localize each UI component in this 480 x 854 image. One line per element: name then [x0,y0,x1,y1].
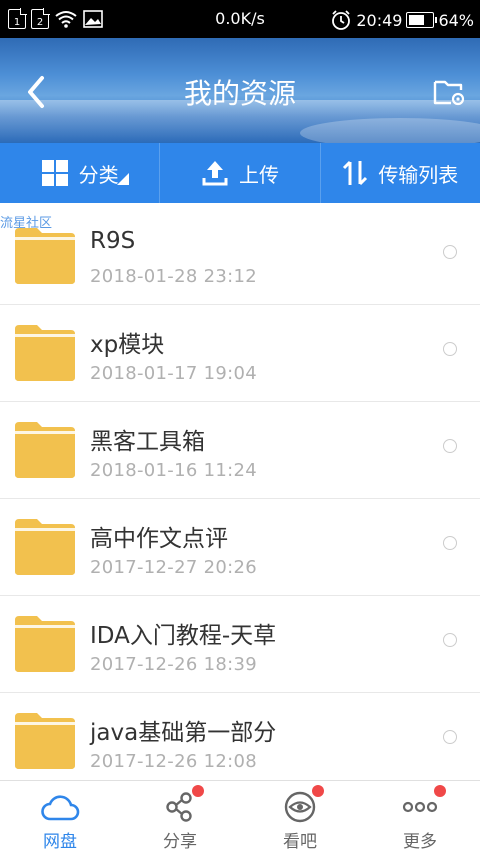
more-dots-icon [402,801,438,813]
more-badge-dot [434,785,446,797]
transfer-list-button[interactable]: 传输列表 [319,143,480,203]
file-date: 2018-01-28 23:12 [90,266,258,287]
file-list: R9S 2018-01-28 23:12 xp模块 2018-01-17 19:04 黑… [0,208,480,780]
file-date: 2018-01-17 19:04 [90,363,258,384]
category-button[interactable]: 分类 [0,143,159,203]
file-name: IDA入门教程-天草 [90,623,277,649]
select-radio[interactable] [443,633,457,647]
nav-more-label: 更多 [403,832,437,852]
folder-icon [15,519,75,575]
clock: 20:49 [356,10,403,30]
folder-icon [15,422,75,478]
transfer-arrows-icon [343,160,368,186]
file-name: R9S [90,228,136,254]
file-date: 2017-12-27 20:26 [90,557,258,578]
share-icon [166,792,192,822]
watch-badge-dot [312,785,324,797]
select-radio[interactable] [443,245,457,259]
select-radio[interactable] [443,536,457,550]
list-item[interactable]: 高中作文点评 2017-12-27 20:26 [0,499,480,596]
alarm-icon [332,10,351,30]
list-item[interactable]: R9S 2018-01-28 23:12 [0,208,480,305]
upload-label: 上传 [238,162,279,187]
file-name: xp模块 [90,332,165,358]
file-date: 2018-01-16 11:24 [90,460,258,481]
dropdown-triangle-icon [117,173,130,185]
list-item[interactable]: java基础第一部分 2017-12-26 12:08 [0,693,480,780]
toolbar: 分类 上传 传输列表 [0,143,480,203]
file-name: 黑客工具箱 [90,429,205,455]
folder-settings-icon [433,80,465,106]
list-item[interactable]: 黑客工具箱 2018-01-16 11:24 [0,402,480,499]
folder-settings-button[interactable] [432,74,466,108]
list-item[interactable]: xp模块 2018-01-17 19:04 [0,305,480,402]
share-badge-dot [192,785,204,797]
select-radio[interactable] [443,439,457,453]
nav-cloud-label: 网盘 [43,832,77,852]
file-name: java基础第一部分 [90,720,277,746]
nav-cloud-tab[interactable]: 网盘 [0,781,120,854]
nav-share-tab[interactable]: 分享 [120,781,240,854]
folder-icon [15,616,75,672]
nav-watch-tab[interactable]: 看吧 [240,781,360,854]
nav-watch-label: 看吧 [283,832,317,852]
header: 我的资源 [0,38,480,143]
folder-icon [15,713,75,769]
file-name: 高中作文点评 [90,526,228,552]
header-wave-highlight [300,118,480,143]
grid-icon [41,160,68,186]
cloud-icon [41,795,80,821]
category-label: 分类 [78,162,119,187]
upload-button[interactable]: 上传 [159,143,319,203]
file-date: 2017-12-26 18:39 [90,654,258,675]
eye-icon [284,791,316,823]
folder-icon [15,325,75,381]
select-radio[interactable] [443,730,457,744]
status-bar: 1 2 0.0K/s 20:49 64% [0,0,480,38]
watermark-text: 流星社区 [0,216,53,231]
battery-percent: 64% [438,10,474,30]
page-title: 我的资源 [183,77,296,110]
select-radio[interactable] [443,342,457,356]
nav-more-tab[interactable]: 更多 [360,781,480,854]
file-date: 2017-12-26 12:08 [90,751,258,772]
list-item[interactable]: IDA入门教程-天草 2017-12-26 18:39 [0,596,480,693]
battery-icon [406,12,438,28]
transfer-list-label: 传输列表 [378,162,459,187]
upload-icon [202,161,228,186]
folder-icon [15,228,75,284]
bottom-nav: 网盘 分享 看吧 更多 [0,780,480,854]
nav-share-label: 分享 [163,832,197,852]
